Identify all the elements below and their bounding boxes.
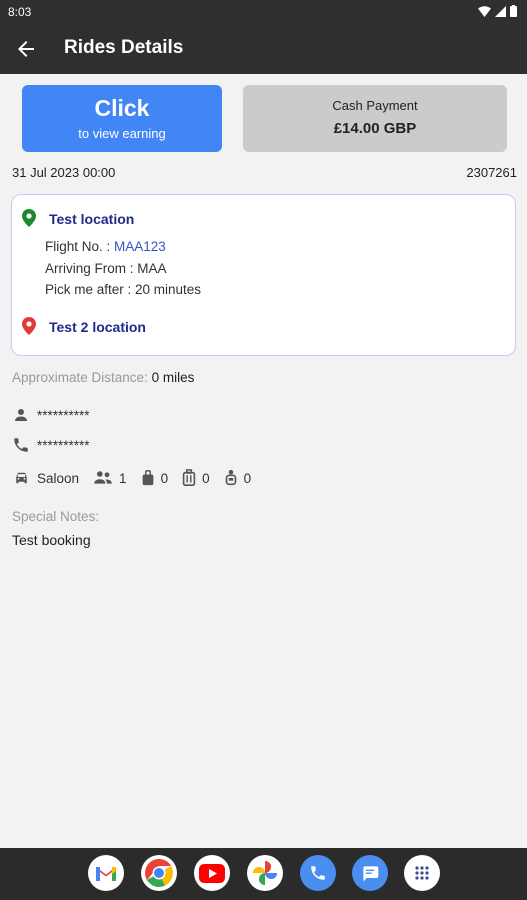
special-notes-value: Test booking — [12, 532, 91, 548]
pickup-pin-icon — [22, 209, 36, 227]
passenger-count: 1 — [119, 470, 127, 486]
pickup-after: Pick me after : 20 minutes — [45, 282, 202, 297]
flight-number-line: Flight No. : MAA123 — [45, 239, 166, 254]
payment-box: Cash Payment £14.00 GBP — [243, 85, 507, 152]
status-bar: 8:03 — [0, 0, 527, 24]
passenger-name: ********** — [37, 407, 90, 423]
suitcase-icon — [182, 469, 196, 487]
battery-icon — [510, 5, 517, 17]
back-arrow-icon[interactable] — [14, 37, 38, 61]
child-seat-icon — [225, 469, 236, 486]
passenger-name-row: ********** — [12, 406, 90, 424]
dropoff-location-name: Test 2 location — [49, 319, 146, 335]
ride-id: 2307261 — [466, 165, 517, 180]
passenger-phone: ********** — [37, 437, 90, 453]
payment-label: Cash Payment — [332, 98, 418, 113]
status-icons — [478, 5, 517, 17]
special-notes-label: Special Notes: — [12, 509, 100, 524]
page-title: Rides Details — [64, 37, 184, 58]
chrome-icon[interactable] — [141, 855, 177, 891]
earning-button-subtitle: to view earning — [78, 126, 166, 141]
dropoff-pin-icon — [22, 317, 36, 335]
vehicle-info-row: Saloon 1 0 0 0 — [12, 469, 251, 487]
photos-icon[interactable] — [247, 855, 283, 891]
vehicle-type: Saloon — [37, 470, 80, 486]
car-icon — [16, 472, 27, 484]
suitcase-count: 0 — [202, 470, 210, 486]
signal-icon — [495, 5, 506, 17]
person-icon — [15, 409, 27, 421]
view-earning-button[interactable]: Click to view earning — [22, 85, 222, 152]
youtube-icon[interactable] — [194, 855, 230, 891]
status-time: 8:03 — [8, 5, 32, 19]
distance-label: Approximate Distance: — [12, 370, 148, 385]
wifi-icon — [478, 5, 491, 17]
approx-distance: Approximate Distance: 0 miles — [12, 370, 194, 385]
flight-number-value[interactable]: MAA123 — [114, 239, 166, 254]
location-card: Test location Flight No. : MAA123 Arrivi… — [11, 194, 516, 356]
payment-amount: £14.00 GBP — [333, 120, 417, 137]
luggage-count: 0 — [160, 470, 169, 486]
distance-value: 0 miles — [151, 370, 195, 385]
passengers-icon — [94, 471, 112, 484]
passenger-phone-row[interactable]: ********** — [12, 436, 90, 454]
child-seat-count: 0 — [243, 470, 252, 486]
ride-date: 31 Jul 2023 00:00 — [12, 165, 116, 180]
phone-icon — [14, 438, 28, 452]
gmail-icon[interactable] — [88, 855, 124, 891]
flight-number-label: Flight No. : — [45, 239, 115, 254]
luggage-icon — [142, 470, 153, 486]
app-bar: Rides Details — [0, 24, 527, 74]
arriving-from: Arriving From : MAA — [45, 261, 167, 276]
phone-app-icon[interactable] — [300, 855, 336, 891]
messages-icon[interactable] — [352, 855, 388, 891]
pickup-location-name: Test location — [49, 211, 135, 227]
earning-button-title: Click — [94, 95, 150, 121]
app-drawer-icon[interactable] — [404, 855, 440, 891]
